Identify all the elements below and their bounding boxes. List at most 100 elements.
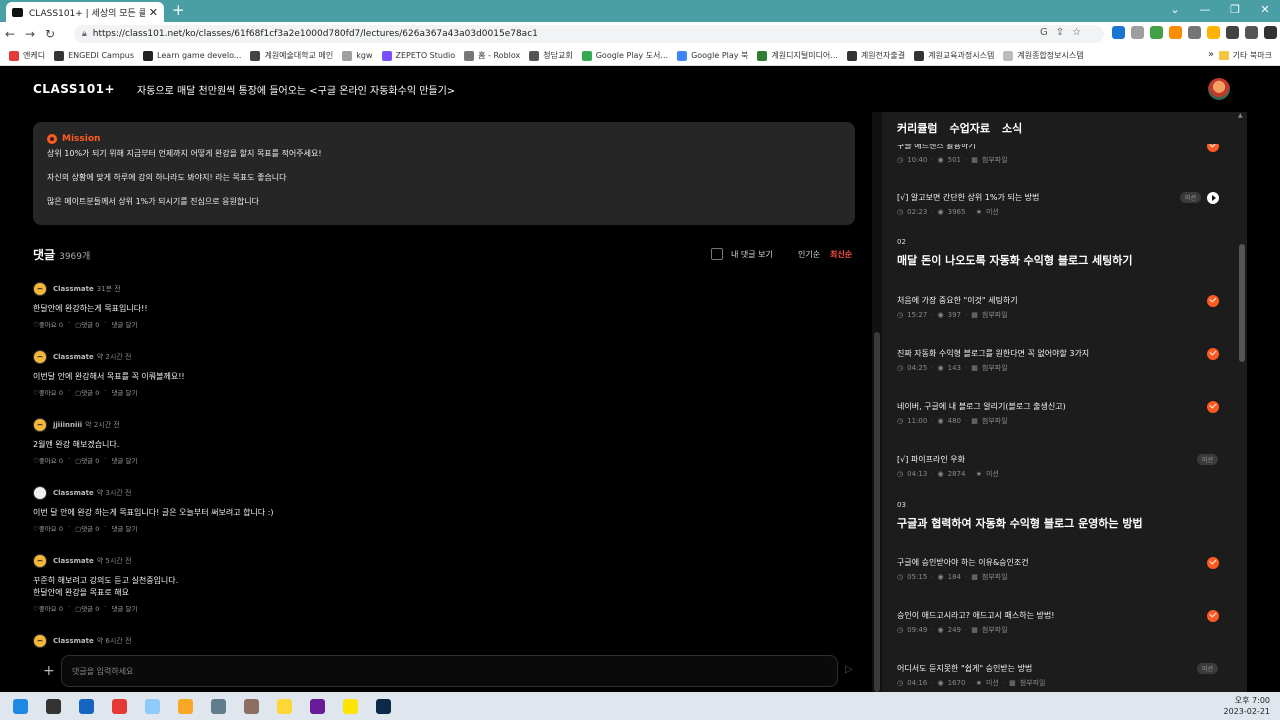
tab-search-icon[interactable]: ⌄	[1160, 0, 1190, 20]
bookmark-item[interactable]: Google Play 도서...	[581, 50, 668, 61]
forward-icon[interactable]: →	[20, 27, 40, 41]
lesson-item[interactable]: 구글 애드센스 활용하기 ◷ 10:40 · ◉ 501 · ▦ 첨부파일	[897, 144, 1219, 165]
like-button[interactable]: ♡좋아요 0	[33, 319, 63, 329]
checkbox-icon[interactable]	[711, 248, 723, 260]
bookmark-item[interactable]: 계원종합정보시스템	[1003, 50, 1084, 61]
chapter-title[interactable]: 구글과 협력하여 자동화 수익형 블로그 운영하는 방법	[897, 515, 1143, 531]
lesson-item[interactable]: 네이버, 구글에 내 블로그 알리기(블로그 출생신고) ◷ 11:00 · ◉ 480…	[897, 401, 1219, 426]
bookmark-item[interactable]: kgw	[342, 50, 373, 61]
sidebar-scrollbar[interactable]: ▲	[1237, 112, 1247, 692]
comment-input[interactable]	[61, 655, 838, 687]
scrollbar-thumb[interactable]	[1239, 244, 1245, 362]
play-icon[interactable]	[1207, 192, 1219, 204]
replies-button[interactable]: ▢댓글 0	[75, 603, 99, 613]
bookmark-item[interactable]: 계원디지털미디어...	[757, 50, 838, 61]
attach-plus-icon[interactable]: +	[43, 663, 55, 679]
puzzle-icon[interactable]	[1226, 26, 1239, 39]
taskbar-chrome-button[interactable]	[106, 692, 132, 720]
extension-icon[interactable]	[1150, 26, 1163, 39]
reply-button[interactable]: 댓글 달기	[111, 603, 137, 613]
minimize-icon[interactable]: —	[1190, 0, 1220, 20]
taskbar-app-purple-button[interactable]	[304, 692, 330, 720]
send-icon[interactable]: ▷	[845, 664, 853, 675]
other-bookmarks-folder[interactable]: 기타 북마크	[1218, 50, 1272, 61]
class-title[interactable]: 자동으로 매달 천만원씩 통장에 들어오는 <구글 온라인 자동화수익 만들기>	[137, 82, 455, 97]
like-button[interactable]: ♡좋아요 0	[33, 523, 63, 533]
sort-popular-button[interactable]: 인기순	[798, 249, 820, 260]
chapter-title[interactable]: 매달 돈이 나오도록 자동화 수익형 블로그 세팅하기	[897, 252, 1133, 268]
new-tab-icon[interactable]: +	[172, 1, 185, 19]
restore-icon[interactable]: ❐	[1220, 0, 1250, 20]
extension-icon[interactable]	[1188, 26, 1201, 39]
bookmarks-overflow-icon[interactable]: »	[1208, 49, 1214, 60]
lesson-item[interactable]: [√] 알고보면 간단한 상위 1%가 되는 방법 ◷ 02:23 · ◉ 3965 · ★…	[897, 192, 1219, 217]
taskbar-kakaotalk-button[interactable]	[337, 692, 363, 720]
sort-latest-button[interactable]: 최신순	[830, 249, 852, 260]
like-button[interactable]: ♡좋아요 0	[33, 455, 63, 465]
reply-button[interactable]: 댓글 달기	[111, 523, 137, 533]
star-icon[interactable]: ☆	[1072, 27, 1081, 38]
comment-author[interactable]: Classmate	[53, 353, 94, 361]
taskbar-app-yellow-button[interactable]	[271, 692, 297, 720]
reply-button[interactable]: 댓글 달기	[111, 455, 137, 465]
bookmark-item[interactable]: ENGEDI Campus	[54, 50, 134, 61]
tab-curriculum[interactable]: 커리큘럼	[897, 120, 937, 142]
comment-author[interactable]: Classmate	[53, 285, 94, 293]
replies-button[interactable]: ▢댓글 0	[75, 523, 99, 533]
lesson-item[interactable]: 승인이 애드고시라고? 애드고시 패스하는 방법! ◷ 09:49 · ◉ 249 · ▦ 첨…	[897, 610, 1219, 635]
replies-button[interactable]: ▢댓글 0	[75, 455, 99, 465]
google-icon[interactable]: G	[1040, 27, 1048, 38]
share-icon[interactable]: ⇪	[1056, 27, 1064, 38]
bookmark-item[interactable]: Learn game develo...	[143, 50, 241, 61]
extension-icon[interactable]	[1169, 26, 1182, 39]
comment-author[interactable]: jjiiinniii	[53, 421, 82, 429]
lesson-item[interactable]: 구글에 승인받아야 하는 이유&승인조건 ◷ 05:15 · ◉ 184 · ▦ 첨부파일	[897, 557, 1219, 582]
taskbar-explorer-button[interactable]	[172, 692, 198, 720]
reply-button[interactable]: 댓글 달기	[111, 319, 137, 329]
system-clock[interactable]: 오후 7:00 2023-02-21	[1224, 695, 1271, 717]
comment-author[interactable]: Classmate	[53, 489, 94, 497]
taskbar-app-light-button[interactable]	[139, 692, 165, 720]
scrollbar-thumb[interactable]	[874, 332, 880, 692]
bookmark-item[interactable]: 계원예술대학교 메인	[250, 50, 333, 61]
sidepanel-icon[interactable]	[1264, 26, 1277, 39]
close-window-icon[interactable]: ✕	[1250, 0, 1280, 20]
lock-icon[interactable]: 🔒︎	[82, 29, 87, 39]
taskbar-calculator-button[interactable]	[205, 692, 231, 720]
back-icon[interactable]: ←	[0, 27, 20, 41]
replies-button[interactable]: ▢댓글 0	[75, 387, 99, 397]
taskbar-start-button[interactable]	[7, 692, 33, 720]
lesson-item[interactable]: 어디서도 듣지못한 "쉽게" 승인받는 방법 ◷ 04:16 · ◉ 1670 · ★ 미션 ·…	[897, 663, 1219, 688]
lesson-item[interactable]: 처음에 가장 중요한 "이것" 세팅하기 ◷ 15:27 · ◉ 397 · ▦ 첨부파일	[897, 295, 1219, 320]
comment-author[interactable]: Classmate	[53, 557, 94, 565]
comment-author[interactable]: Classmate	[53, 637, 94, 645]
extension-icon[interactable]	[1207, 26, 1220, 39]
user-avatar[interactable]	[1208, 78, 1230, 100]
reply-button[interactable]: 댓글 달기	[111, 387, 137, 397]
scroll-up-icon[interactable]: ▲	[1238, 112, 1243, 119]
close-tab-icon[interactable]: ✕	[149, 6, 158, 19]
taskbar-search-button[interactable]	[40, 692, 66, 720]
bookmark-item[interactable]: 청담교회	[529, 50, 573, 61]
extension-icon[interactable]	[1131, 26, 1144, 39]
comments-scrollbar[interactable]	[872, 112, 882, 692]
bookmark-item[interactable]: 계원전자출결	[846, 50, 905, 61]
bookmark-item[interactable]: 엔케디	[9, 50, 45, 61]
taskbar-app-feather-button[interactable]	[238, 692, 264, 720]
replies-button[interactable]: ▢댓글 0	[75, 319, 99, 329]
tab-materials[interactable]: 수업자료	[949, 120, 989, 142]
class101-logo[interactable]: CLASS101+	[33, 82, 115, 96]
extension-icon[interactable]	[1112, 26, 1125, 39]
like-button[interactable]: ♡좋아요 0	[33, 387, 63, 397]
like-button[interactable]: ♡좋아요 0	[33, 603, 63, 613]
taskbar-app-blue-button[interactable]	[73, 692, 99, 720]
reload-icon[interactable]: ↻	[40, 27, 60, 41]
bookmark-item[interactable]: Google Play 북	[677, 50, 748, 61]
bookmark-item[interactable]: 계원교육과정시스템	[914, 50, 994, 61]
taskbar-photoshop-button[interactable]	[370, 692, 396, 720]
lesson-item[interactable]: [√] 파이프라인 우화 ◷ 04:13 · ◉ 2874 · ★ 미션 미션	[897, 454, 1219, 479]
bookmark-item[interactable]: 홈 - Roblox	[464, 50, 520, 61]
bookmark-item[interactable]: ZEPETO Studio	[381, 50, 455, 61]
my-comments-toggle[interactable]: 내 댓글 보기	[711, 248, 773, 260]
url-bar[interactable]: 🔒︎ https://class101.net/ko/classes/61f68…	[74, 25, 1104, 43]
